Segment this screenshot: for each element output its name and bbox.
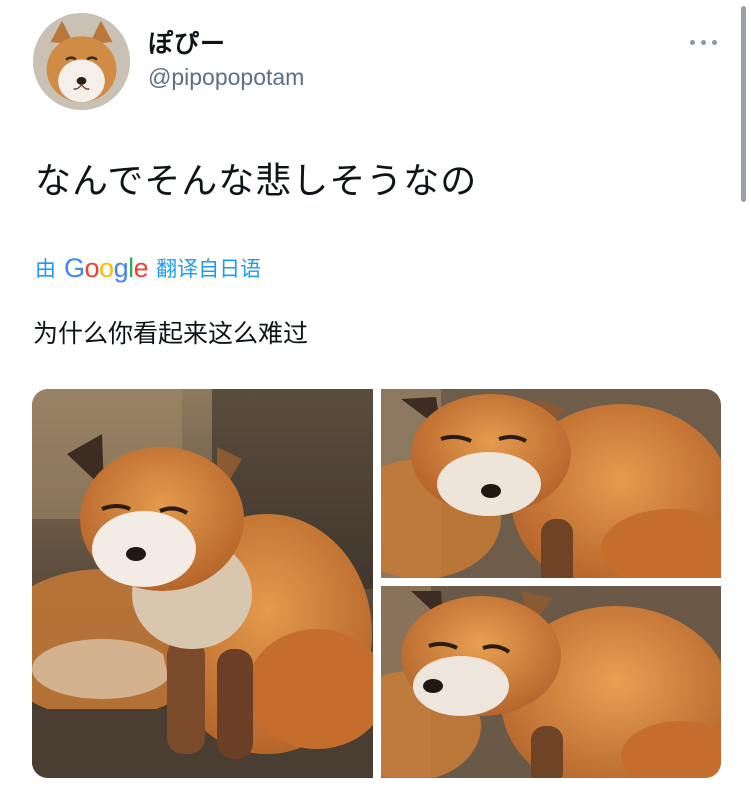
translated-text: 为什么你看起来这么难过 bbox=[33, 319, 309, 348]
display-name[interactable]: ぽぴー bbox=[148, 24, 226, 60]
translated-by-label: 由 bbox=[35, 257, 56, 281]
fox-photo-3[interactable] bbox=[381, 586, 721, 778]
fox-face-avatar-icon bbox=[33, 13, 130, 110]
translation-attribution[interactable]: 由 Google 翻译自日语 bbox=[35, 252, 261, 284]
fox-photo-image bbox=[32, 389, 373, 778]
fox-photo-image bbox=[381, 389, 721, 578]
more-options-button[interactable] bbox=[686, 30, 722, 54]
tweet-text: なんでそんな悲しそうなの bbox=[35, 161, 478, 202]
more-dot bbox=[712, 40, 717, 45]
more-dot bbox=[690, 40, 695, 45]
fox-photo-2[interactable] bbox=[381, 389, 721, 578]
user-handle[interactable]: @pipopopotam bbox=[148, 64, 304, 91]
fox-photo-image bbox=[381, 586, 721, 778]
fox-photo-1[interactable] bbox=[32, 389, 373, 778]
translation-source-label: 翻译自日语 bbox=[156, 257, 262, 281]
media-grid bbox=[32, 389, 721, 778]
avatar[interactable] bbox=[33, 13, 130, 110]
more-dot bbox=[701, 40, 706, 45]
google-logo: Google bbox=[64, 252, 149, 283]
scrollbar[interactable] bbox=[741, 6, 746, 202]
